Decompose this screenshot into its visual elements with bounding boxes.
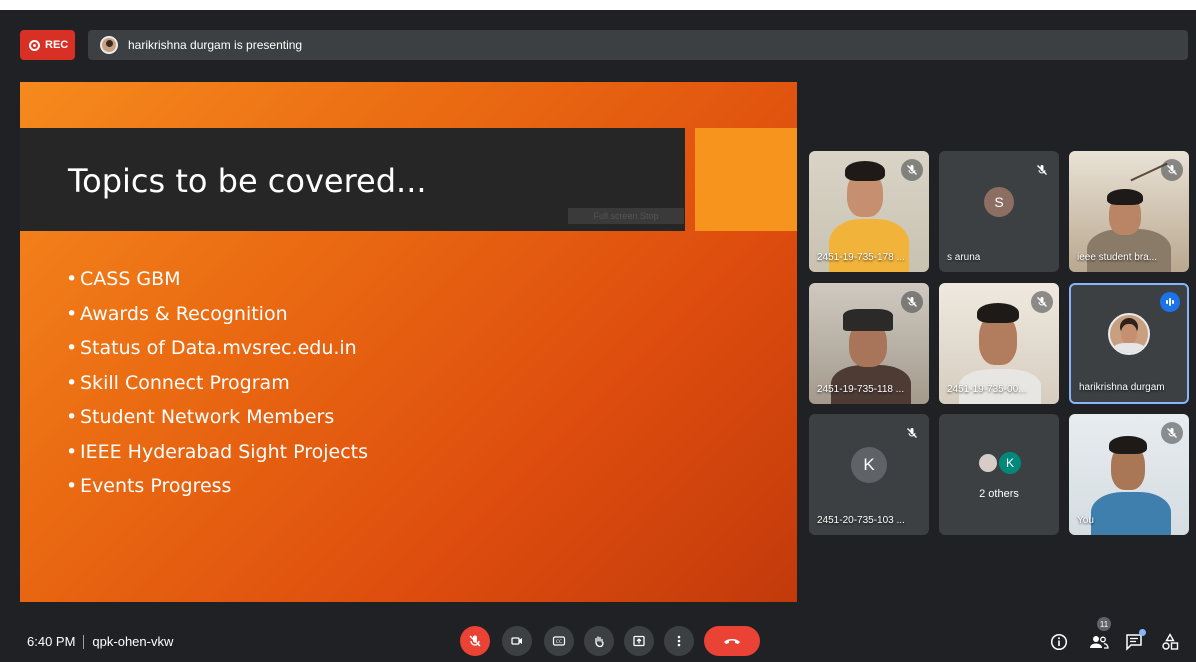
participant-tile[interactable]: S s aruna: [939, 151, 1059, 272]
camera-toggle-button[interactable]: [502, 626, 532, 656]
bullet-item: Skill Connect Program: [66, 366, 368, 401]
mic-muted-icon: [1161, 422, 1183, 444]
bullet-item: CASS GBM: [66, 262, 368, 297]
bullet-item: Student Network Members: [66, 400, 368, 435]
participant-name: 2451-19-735-00...: [947, 384, 1027, 395]
more-options-button[interactable]: [664, 626, 694, 656]
self-tile[interactable]: You: [1069, 414, 1189, 535]
meet-window: REC harikrishna durgam is presenting Ful…: [0, 10, 1196, 662]
participant-tile[interactable]: 2451-19-735-178 ...: [809, 151, 929, 272]
mic-muted-icon: [901, 159, 923, 181]
others-tile[interactable]: K 2 others: [939, 414, 1059, 535]
participant-tile[interactable]: K 2451-20-735-103 ...: [809, 414, 929, 535]
participant-tile-speaking[interactable]: harikrishna durgam: [1069, 283, 1189, 404]
mic-muted-icon: [1161, 159, 1183, 181]
slide-faint-label: Full screen Stop: [568, 208, 684, 224]
bullet-item: Events Progress: [66, 469, 368, 504]
present-icon: [633, 635, 645, 647]
participant-name: 2451-19-735-118 ...: [817, 384, 905, 395]
chat-notification-dot: [1139, 629, 1146, 636]
mic-toggle-button[interactable]: [460, 626, 490, 656]
others-label: 2 others: [979, 488, 1019, 500]
activities-icon: [1162, 633, 1179, 650]
slide-title: Topics to be covered...: [68, 162, 427, 200]
participant-tile[interactable]: 2451-19-735-118 ...: [809, 283, 929, 404]
raise-hand-icon: [595, 636, 604, 648]
meeting-code: qpk-ohen-vkw: [92, 634, 174, 649]
presenting-text: harikrishna durgam is presenting: [128, 38, 303, 52]
bullet-item: IEEE Hyderabad Sight Projects: [66, 435, 368, 470]
chat-button[interactable]: [1122, 629, 1146, 654]
more-options-icon: [677, 635, 681, 647]
participant-photo-avatar: [1108, 313, 1150, 356]
meeting-info: 6:40 PM qpk-ohen-vkw: [27, 634, 173, 649]
bullet-item: Status of Data.mvsrec.edu.in: [66, 331, 368, 366]
end-call-icon: [724, 639, 740, 644]
end-call-button[interactable]: [704, 626, 760, 656]
participant-count-badge: 11: [1097, 617, 1111, 631]
activities-button[interactable]: [1158, 630, 1182, 654]
mic-muted-icon: [1031, 159, 1053, 181]
raise-hand-button[interactable]: [584, 626, 614, 656]
participant-name: s aruna: [947, 252, 981, 263]
captions-icon: CC: [552, 636, 566, 646]
participant-avatar: S: [984, 186, 1014, 217]
presenting-banner: harikrishna durgam is presenting: [88, 30, 1188, 60]
slide-accent-square: [695, 128, 797, 231]
participant-name: 2451-20-735-103 ...: [817, 515, 905, 526]
participant-name: ieee student bra...: [1077, 252, 1158, 263]
participant-name: 2451-19-735-178 ...: [817, 252, 905, 263]
recording-label: REC: [45, 39, 69, 51]
presentation-slide: Full screen Stop Topics to be covered...…: [20, 82, 797, 602]
people-icon: [1090, 636, 1109, 649]
record-icon: [29, 39, 40, 51]
mic-muted-icon: [1031, 291, 1053, 313]
camera-icon: [511, 637, 522, 645]
presenter-avatar: [100, 36, 118, 54]
captions-button[interactable]: CC: [544, 626, 574, 656]
current-time: 6:40 PM: [27, 634, 76, 649]
svg-text:CC: CC: [556, 639, 562, 645]
info-icon: [1050, 633, 1068, 651]
participant-avatar: K: [851, 446, 887, 483]
participant-tile[interactable]: ieee student bra...: [1069, 151, 1189, 272]
bullet-item: Awards & Recognition: [66, 297, 368, 332]
mic-muted-icon: [901, 291, 923, 313]
divider: [83, 634, 85, 649]
recording-badge[interactable]: REC: [20, 30, 75, 60]
people-button[interactable]: [1087, 630, 1111, 654]
participant-name: harikrishna durgam: [1079, 382, 1165, 393]
participant-tile[interactable]: 2451-19-735-00...: [939, 283, 1059, 404]
slide-bullet-list: CASS GBM Awards & Recognition Status of …: [66, 262, 368, 504]
others-letter-avatar: K: [997, 450, 1023, 476]
present-button[interactable]: [624, 626, 654, 656]
participant-name: You: [1077, 515, 1094, 526]
mic-muted-icon: [469, 635, 481, 647]
speaking-indicator-icon: [1160, 292, 1180, 312]
others-photo-avatar: [977, 452, 999, 474]
mic-muted-icon: [901, 422, 923, 444]
meeting-details-button[interactable]: [1047, 630, 1071, 654]
